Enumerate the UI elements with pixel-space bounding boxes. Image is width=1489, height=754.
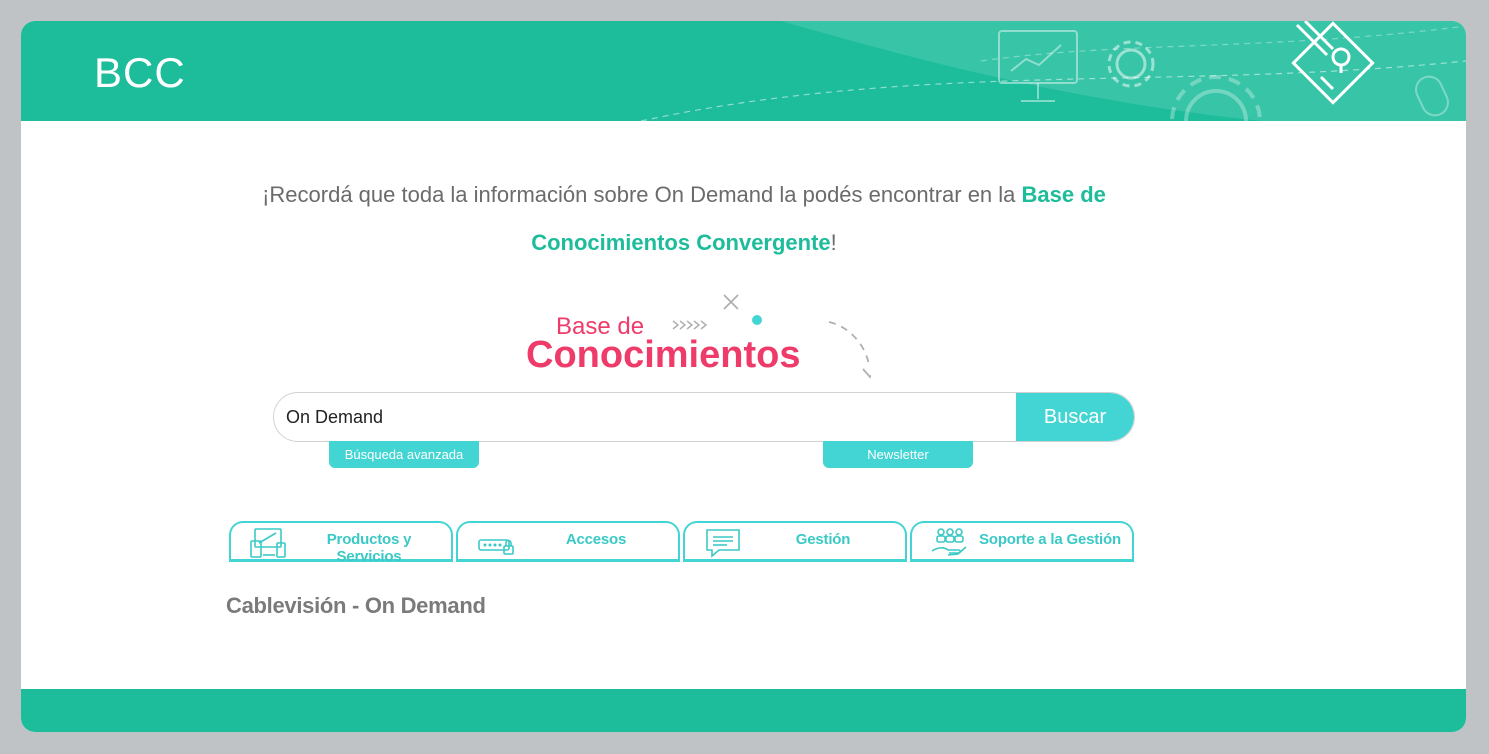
tab-label: Soporte a la Gestión — [979, 531, 1121, 548]
knowledge-base-link[interactable]: Base de — [1022, 182, 1106, 207]
help-document-icon — [1291, 21, 1375, 105]
logo-arrows-icon — [672, 320, 708, 330]
search-button[interactable]: Buscar — [1016, 393, 1134, 441]
footer-banner — [21, 689, 1466, 732]
devices-icon — [250, 528, 286, 558]
search-input[interactable] — [286, 393, 1006, 441]
main-card: BCC ¡Recordá que toda la información sob… — [21, 21, 1466, 732]
tab-label: Gestión — [795, 531, 851, 548]
password-lock-icon — [478, 539, 514, 555]
search-bar: Buscar — [273, 392, 1135, 442]
intro-exclamation: ! — [830, 230, 837, 255]
header-decoration — [640, 21, 1466, 121]
intro-text: ¡Recordá que toda la información sobre O… — [262, 182, 1022, 207]
advanced-search-link[interactable]: Búsqueda avanzada — [329, 441, 479, 468]
app-title: BCC — [94, 49, 186, 96]
section-title: Cablevisión - On Demand — [226, 593, 486, 618]
header-banner: BCC — [21, 21, 1466, 121]
tab-soporte-a-la-gestion[interactable]: Soporte a la Gestión — [910, 521, 1134, 562]
logo-down-arrow-icon — [862, 368, 871, 379]
intro-message: ¡Recordá que toda la información sobre O… — [201, 171, 1167, 267]
category-tabs: Productos y Servicios Accesos Gestión So… — [229, 521, 1135, 565]
knowledge-base-link-continued[interactable]: Conocimientos Convergente — [531, 230, 830, 255]
logo-dot — [752, 315, 762, 325]
tab-label: Productos y Servicios — [326, 531, 412, 565]
base-de-conocimientos-logo: Base de Conocimientos — [526, 294, 871, 379]
tab-productos-y-servicios[interactable]: Productos y Servicios — [229, 521, 453, 565]
chat-bubble-icon — [706, 529, 740, 558]
tab-label: Accesos — [565, 531, 627, 548]
logo-close-mark-icon — [723, 294, 739, 310]
newsletter-link[interactable]: Newsletter — [823, 441, 973, 468]
tab-accesos[interactable]: Accesos — [456, 521, 680, 562]
logo-curve — [828, 321, 870, 366]
logo-line2: Conocimientos — [526, 334, 800, 376]
tab-gestion[interactable]: Gestión — [683, 521, 907, 562]
people-hand-icon — [931, 528, 967, 556]
